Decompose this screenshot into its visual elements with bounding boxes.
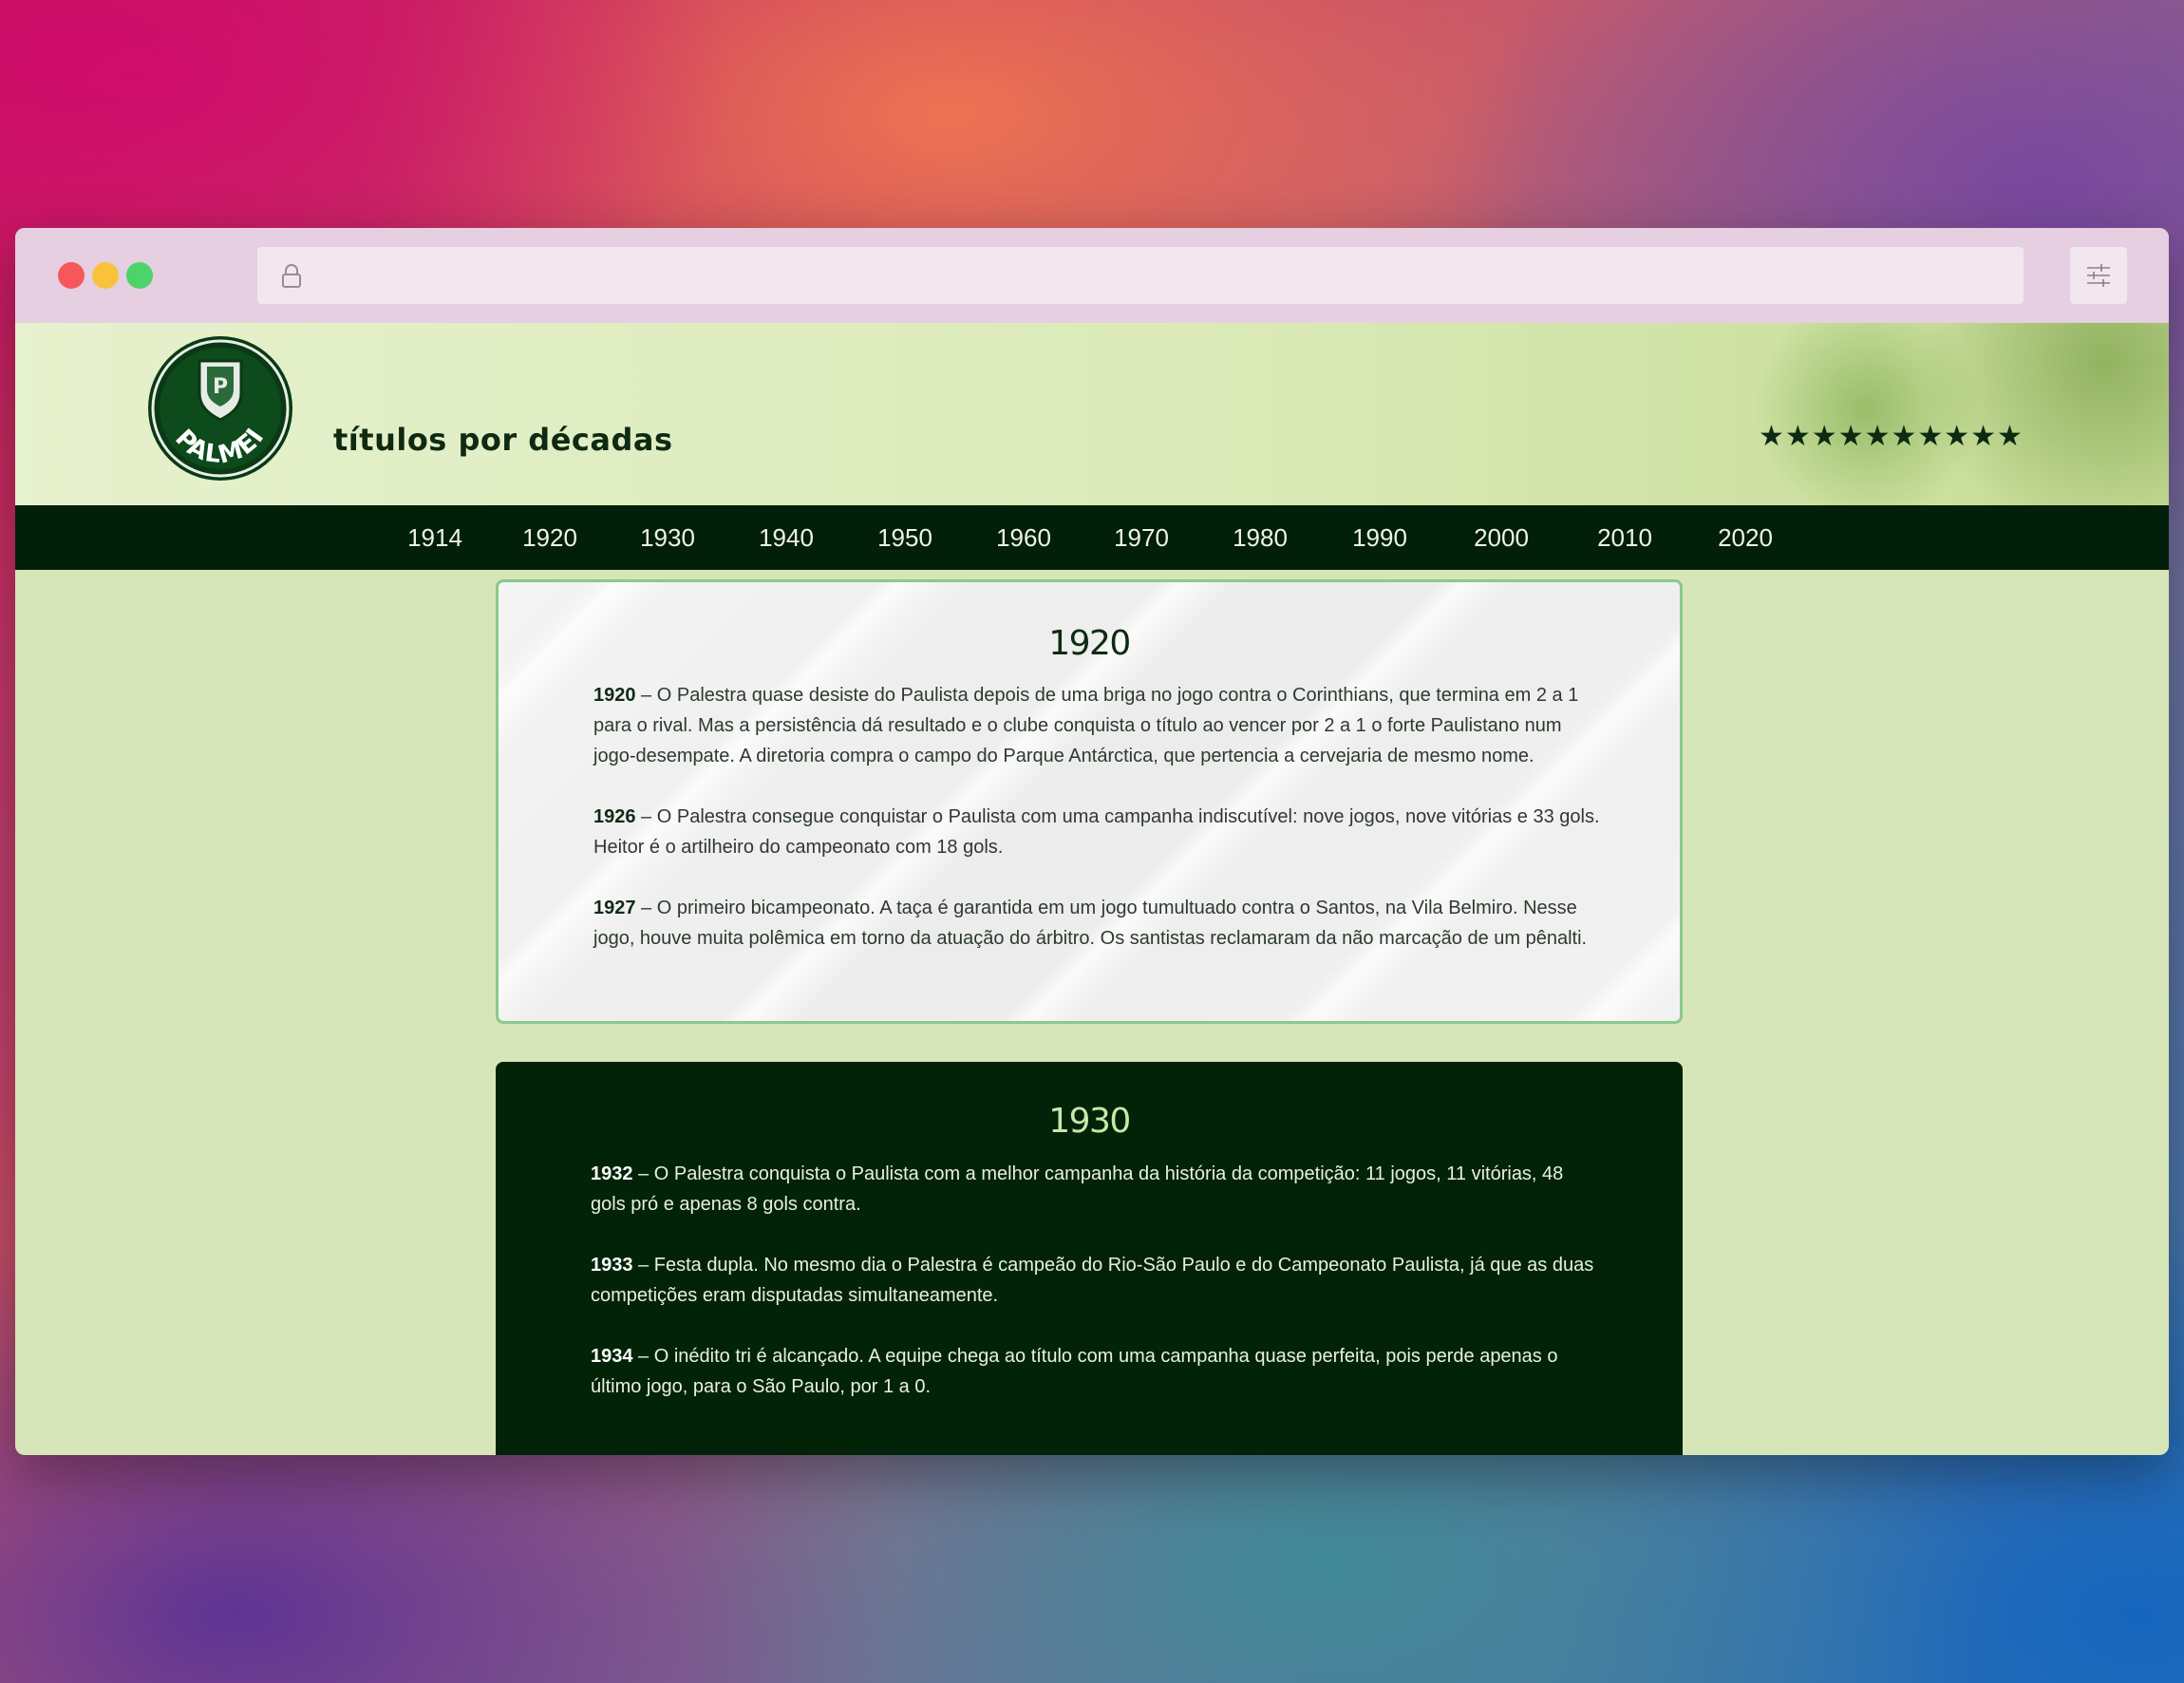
title-entry: 1920 – O Palestra quase desiste do Pauli… xyxy=(593,680,1600,771)
close-window-button[interactable] xyxy=(58,262,85,289)
entry-year: 1933 xyxy=(591,1255,633,1276)
browser-window: P PALMEIRAS títulos por décadas ★★★★★★★★… xyxy=(15,228,2169,1455)
decade-card-1920: 1920 1920 – O Palestra quase desiste do … xyxy=(496,579,1683,1024)
entry-text: – O inédito tri é alcançado. A equipe ch… xyxy=(591,1346,1558,1397)
entry-text: – Festa dupla. No mesmo dia o Palestra é… xyxy=(591,1255,1594,1306)
nav-item-2020[interactable]: 2020 xyxy=(1718,505,1773,570)
nav-item-1930[interactable]: 1930 xyxy=(640,505,695,570)
title-entry: 1933 – Festa dupla. No mesmo dia o Pales… xyxy=(591,1250,1597,1311)
nav-item-2010[interactable]: 2010 xyxy=(1597,505,1652,570)
entry-text: – O Palestra consegue conquistar o Pauli… xyxy=(593,806,1600,858)
entry-year: 1927 xyxy=(593,898,636,918)
nav-item-2000[interactable]: 2000 xyxy=(1474,505,1529,570)
championship-stars: ★★★★★★★★★★ xyxy=(1759,421,2024,452)
decade-card-title: 1930 xyxy=(1048,1102,1131,1141)
nav-item-1914[interactable]: 1914 xyxy=(407,505,462,570)
sliders-icon xyxy=(2087,264,2110,287)
site-header: P PALMEIRAS títulos por décadas ★★★★★★★★… xyxy=(15,323,2169,505)
nav-item-1960[interactable]: 1960 xyxy=(996,505,1051,570)
entry-text: – O primeiro bicampeonato. A taça é gara… xyxy=(593,898,1588,949)
decade-nav: 1914 1920 1930 1940 1950 1960 1970 1980 … xyxy=(15,505,2169,570)
entry-year: 1920 xyxy=(593,685,636,706)
address-bar[interactable] xyxy=(257,247,2024,304)
nav-item-1990[interactable]: 1990 xyxy=(1352,505,1407,570)
decade-card-1930: 1930 1932 – O Palestra conquista o Pauli… xyxy=(496,1062,1683,1455)
entry-text: – O Palestra conquista o Paulista com a … xyxy=(591,1163,1564,1215)
minimize-window-button[interactable] xyxy=(92,262,119,289)
nav-item-1970[interactable]: 1970 xyxy=(1114,505,1169,570)
nav-item-1920[interactable]: 1920 xyxy=(522,505,577,570)
entry-text: – O Palestra quase desiste do Paulista d… xyxy=(593,685,1579,766)
nav-item-1980[interactable]: 1980 xyxy=(1233,505,1288,570)
title-entry: 1932 – O Palestra conquista o Paulista c… xyxy=(591,1159,1597,1220)
nav-item-1950[interactable]: 1950 xyxy=(877,505,932,570)
decade-card-title: 1920 xyxy=(1048,624,1131,663)
browser-titlebar xyxy=(15,228,2169,323)
svg-text:P: P xyxy=(213,375,228,399)
maximize-window-button[interactable] xyxy=(126,262,153,289)
site-title: títulos por décadas xyxy=(333,422,673,458)
palmeiras-logo[interactable]: P PALMEIRAS xyxy=(146,334,294,482)
title-entry: 1934 – O inédito tri é alcançado. A equi… xyxy=(591,1341,1597,1402)
entry-year: 1932 xyxy=(591,1163,633,1184)
lock-icon xyxy=(282,264,301,288)
title-entry: 1927 – O primeiro bicampeonato. A taça é… xyxy=(593,893,1600,954)
title-entry: 1926 – O Palestra consegue conquistar o … xyxy=(593,802,1600,862)
nav-item-1940[interactable]: 1940 xyxy=(759,505,814,570)
settings-button[interactable] xyxy=(2070,247,2127,304)
entry-year: 1926 xyxy=(593,806,636,827)
entry-year: 1934 xyxy=(591,1346,633,1367)
